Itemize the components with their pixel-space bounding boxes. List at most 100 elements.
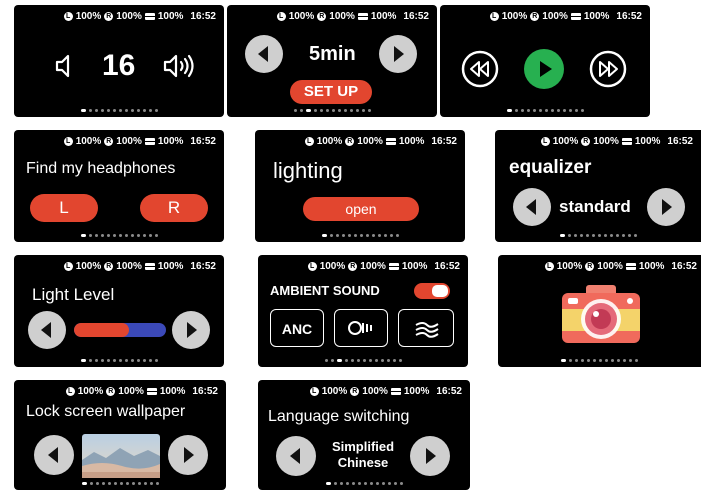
arrow-right-icon [426, 448, 436, 464]
panel-title: Lock screen wallpaper [26, 403, 186, 420]
language-line-2: Chinese [337, 455, 389, 470]
left-earbud-icon: L [63, 262, 73, 271]
next-button[interactable] [168, 435, 208, 475]
panel-equalizer: L 100% R 100% 100% 16:52 equalizer standar… [495, 130, 701, 242]
left-earbud-icon: L [276, 12, 286, 21]
left-earbud-icon: L [65, 387, 75, 396]
light-level-slider[interactable] [74, 323, 166, 337]
arrow-left-icon [41, 322, 51, 338]
transparency-icon [348, 321, 372, 335]
arrow-left-icon [290, 448, 300, 464]
toggle-knob [432, 285, 448, 297]
arrow-right-icon [184, 447, 194, 463]
panel-title: lighting [273, 158, 343, 183]
status-bar: L 100% R 100% 100% 16:52 [307, 261, 460, 272]
status-bar: L 100% R 100% 100% 16:52 [65, 386, 218, 397]
set-up-button[interactable]: SET UP [290, 80, 372, 104]
panel-language: L 100% R 100% 100% 16:52 Language switchin… [258, 380, 470, 490]
equalizer-value: standard [559, 197, 631, 216]
battery-icon [146, 388, 157, 395]
right-earbud-icon: R [585, 262, 595, 271]
panel-title: Light Level [32, 285, 115, 304]
play-icon [540, 61, 552, 77]
fast-forward-icon[interactable] [588, 49, 628, 89]
lighting-open-button[interactable]: open [303, 197, 419, 221]
battery-icon [385, 138, 396, 145]
previous-button[interactable] [245, 35, 283, 73]
increase-button[interactable] [172, 311, 210, 349]
left-earbud-icon: L [307, 262, 317, 271]
page-indicator [258, 359, 468, 362]
right-earbud-icon: R [530, 12, 540, 21]
page-indicator [14, 359, 224, 362]
arrow-right-icon [662, 199, 672, 215]
page-indicator [495, 234, 701, 237]
panel-ambient-sound: L 100% R 100% 100% 16:52 AMBIENT SOUND ANC [258, 255, 468, 367]
panel-playback: L 100% R 100% 100% 16:52 [440, 5, 650, 117]
page-indicator [498, 359, 701, 362]
language-value: Simplified Chinese [320, 439, 406, 471]
status-bar: L 100% R 100% 100% 16:52 [489, 11, 642, 22]
anc-mode-button[interactable]: ANC [270, 309, 324, 347]
rewind-icon[interactable] [460, 49, 500, 89]
arrow-right-icon [394, 46, 404, 62]
ambient-toggle[interactable] [414, 283, 450, 299]
wallpaper-preview-image[interactable] [82, 434, 160, 478]
status-bar: L 100% R 100% 100% 16:52 [63, 136, 216, 147]
panel-title: Find my headphones [26, 160, 176, 177]
battery-icon [357, 13, 368, 20]
battery-icon [144, 263, 155, 270]
volume-up-icon[interactable] [162, 53, 198, 79]
transparency-mode-button[interactable] [334, 309, 388, 347]
status-bar: L 100% R 100% 100% 16:52 [63, 11, 216, 22]
battery-icon [144, 138, 155, 145]
panel-timer: L 100% R 100% 100% 16:52 5min SET UP [227, 5, 437, 117]
panel-title: Language switching [268, 408, 410, 425]
page-indicator [14, 109, 224, 112]
panel-volume: L 100% R 100% 100% 16:52 16 [14, 5, 224, 117]
play-button[interactable] [524, 49, 564, 89]
previous-button[interactable] [513, 188, 551, 226]
status-bar: L 100% R 100% 100% 16:52 [544, 261, 697, 272]
previous-button[interactable] [276, 436, 316, 476]
language-line-1: Simplified [331, 439, 395, 454]
right-earbud-icon: R [345, 137, 355, 146]
next-button[interactable] [379, 35, 417, 73]
next-button[interactable] [410, 436, 450, 476]
right-earbud-icon: R [106, 387, 116, 396]
left-earbud-icon: L [63, 137, 73, 146]
right-earbud-icon: R [104, 137, 114, 146]
find-right-button[interactable]: R [140, 194, 208, 222]
panel-title: equalizer [509, 157, 592, 178]
left-earbud-icon: L [540, 137, 550, 146]
right-earbud-icon: R [348, 262, 358, 271]
battery-icon [388, 263, 399, 270]
battery-icon [144, 13, 155, 20]
find-left-button[interactable]: L [30, 194, 98, 222]
page-indicator [14, 234, 224, 237]
panel-find-headphones: L 100% R 100% 100% 16:52 Find my headphone… [14, 130, 224, 242]
left-earbud-icon: L [489, 12, 499, 21]
previous-button[interactable] [34, 435, 74, 475]
wind-noise-mode-button[interactable] [398, 309, 454, 347]
page-indicator [14, 482, 226, 485]
right-earbud-icon: R [350, 387, 360, 396]
left-earbud-icon: L [544, 262, 554, 271]
panel-title: AMBIENT SOUND [270, 283, 380, 298]
volume-value: 16 [102, 49, 136, 82]
right-earbud-icon: R [581, 137, 591, 146]
decrease-button[interactable] [28, 311, 66, 349]
panel-wallpaper: L 100% R 100% 100% 16:52 Lock screen wallp… [14, 380, 226, 490]
battery-icon [570, 13, 581, 20]
panel-camera: L 100% R 100% 100% 16:52 [498, 255, 701, 367]
timer-value: 5min [309, 43, 356, 65]
arrow-left-icon [258, 46, 268, 62]
light-level-fill [74, 323, 130, 337]
right-earbud-icon: R [104, 262, 114, 271]
volume-down-icon[interactable] [54, 53, 76, 79]
right-earbud-icon: R [104, 12, 114, 21]
panel-lighting: L 100% R 100% 100% 16:52 lighting open [255, 130, 465, 242]
next-button[interactable] [647, 188, 685, 226]
page-indicator [255, 234, 465, 237]
camera-icon[interactable] [560, 283, 642, 345]
